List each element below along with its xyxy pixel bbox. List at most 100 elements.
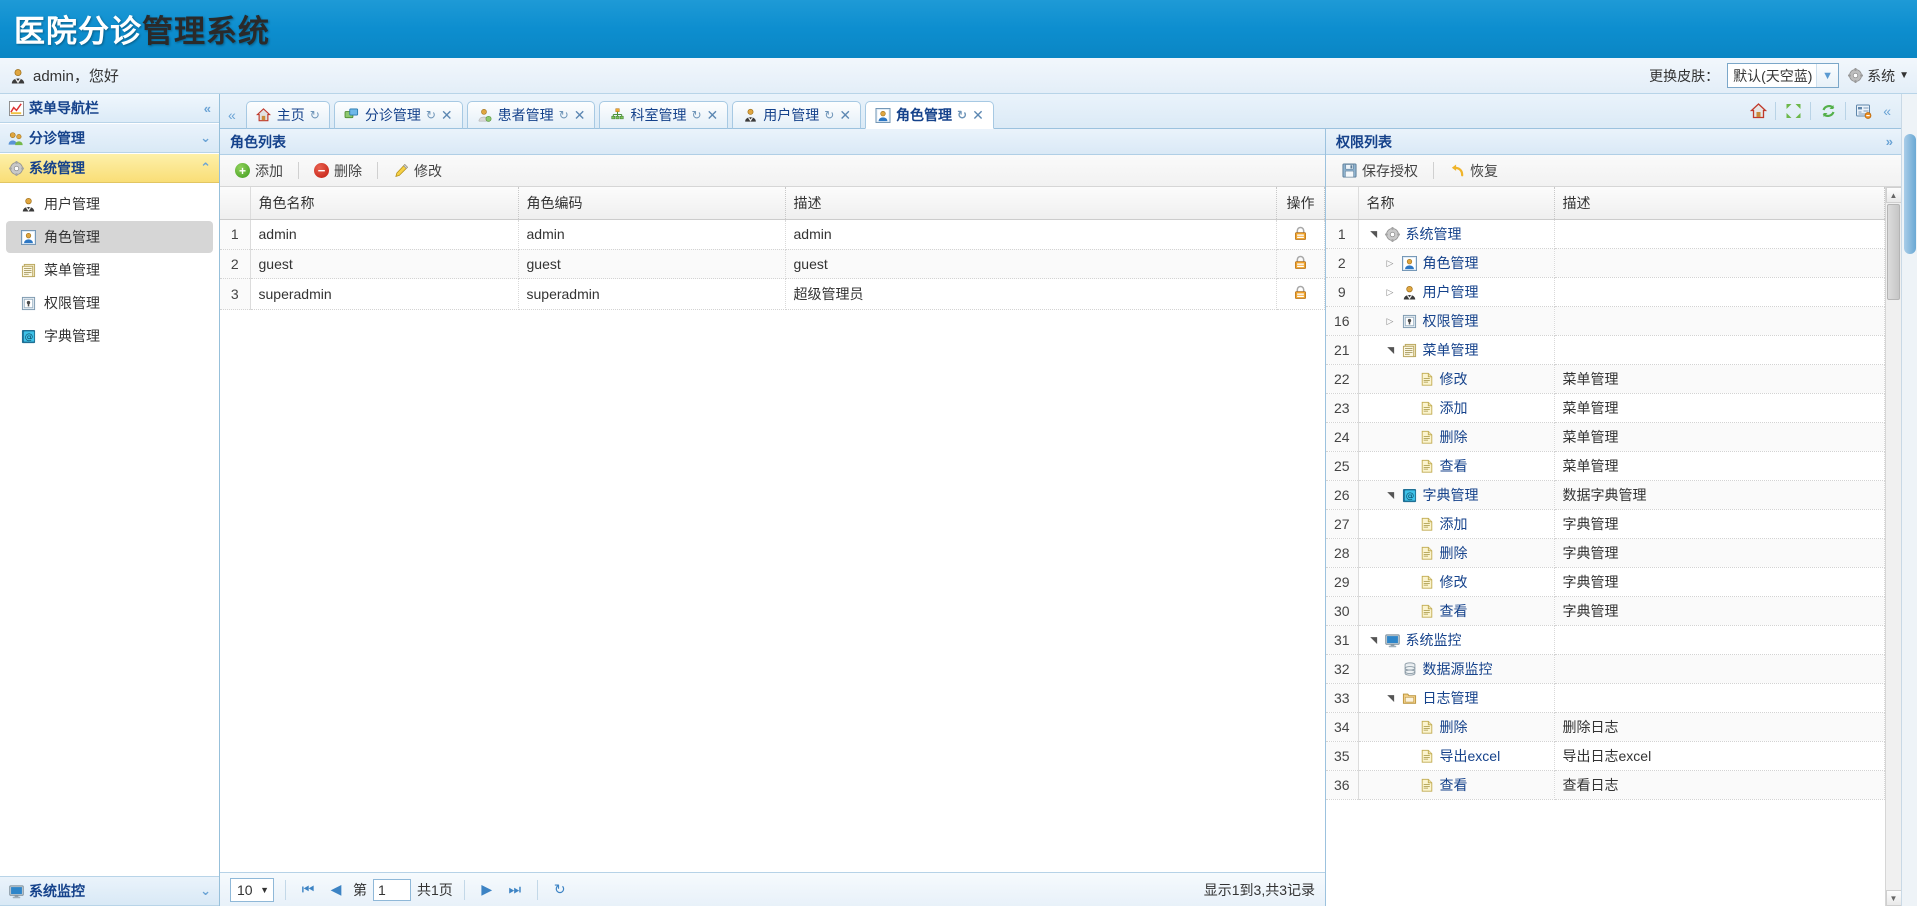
tab-role-management[interactable]: 角色管理 ↻ ✕ [865, 101, 994, 129]
menu-doc-icon [20, 262, 36, 278]
expander-collapsed-icon[interactable]: ▷ [1384, 316, 1397, 327]
sidebar-group-triage[interactable]: 分诊管理 ⌄ [0, 123, 219, 153]
permission-row[interactable]: 35 导出excel 导出日志excel [1326, 741, 1885, 771]
sidebar-item-menu-management[interactable]: 菜单管理 [6, 254, 213, 286]
double-chevron-left-icon[interactable]: « [1877, 103, 1897, 119]
sidebar-item-role-management[interactable]: 角色管理 [6, 221, 213, 253]
close-icon[interactable]: ✕ [707, 107, 719, 124]
last-page-icon[interactable]: ⏭ [504, 881, 526, 898]
permission-row[interactable]: 32 数据源监控 [1326, 654, 1885, 684]
permission-row[interactable]: 26 ◢ @ 字典管理 数据字典管理 [1326, 480, 1885, 510]
fullscreen-tool-icon[interactable] [1779, 98, 1807, 124]
tab-triage-management[interactable]: 分诊管理 ↻ ✕ [333, 101, 463, 129]
expander-expanded-icon[interactable]: ◢ [1385, 344, 1396, 357]
page-number-input[interactable] [373, 878, 411, 901]
permission-row[interactable]: 30 查看 字典管理 [1326, 596, 1885, 626]
page-scrollbar[interactable] [1901, 94, 1917, 906]
prev-page-icon[interactable]: ◀ [325, 881, 347, 898]
double-chevron-left-icon[interactable]: « [222, 107, 244, 128]
delete-icon: − [314, 163, 329, 178]
chevron-down-icon[interactable]: ⌄ [200, 130, 211, 146]
close-icon[interactable]: ✕ [574, 107, 586, 124]
edit-button[interactable]: 修改 [384, 157, 451, 185]
restore-button[interactable]: 恢复 [1440, 157, 1507, 185]
delete-button-label: 删除 [334, 162, 362, 179]
add-button[interactable]: + 添加 [226, 157, 292, 185]
permission-row[interactable]: 9 ▷ 用户管理 [1326, 277, 1885, 307]
sidebar-item-user-management[interactable]: 用户管理 [6, 188, 213, 220]
scrollbar-thumb[interactable] [1887, 204, 1900, 300]
first-page-icon[interactable]: ⏮ [297, 881, 319, 898]
reload-icon[interactable]: ↻ [549, 881, 571, 898]
tab-patient-management[interactable]: 患者管理 ↻ ✕ [466, 101, 596, 129]
sidebar-group-system[interactable]: 系统管理 ⌃ [0, 153, 219, 183]
permission-row[interactable]: 25 查看 菜单管理 [1326, 451, 1885, 481]
chevron-up-icon[interactable]: ⌃ [200, 160, 211, 176]
permission-row[interactable]: 29 修改 字典管理 [1326, 567, 1885, 597]
refresh-icon[interactable]: ↻ [691, 108, 701, 122]
table-row[interactable]: 2 guest guest guest [220, 249, 1325, 279]
permission-row[interactable]: 2 ▷ 角色管理 [1326, 248, 1885, 278]
close-icon[interactable]: ✕ [441, 107, 453, 124]
refresh-icon[interactable]: ↻ [824, 108, 834, 122]
row-index: 30 [1326, 596, 1359, 626]
page-scrollbar-thumb[interactable] [1904, 134, 1916, 254]
expander-expanded-icon[interactable]: ◢ [1385, 489, 1396, 502]
permission-row[interactable]: 16 ▷ 权限管理 [1326, 306, 1885, 336]
permission-row[interactable]: 34 删除 删除日志 [1326, 712, 1885, 742]
chevron-down-icon[interactable]: ⌄ [200, 883, 211, 899]
table-row[interactable]: 3 superadmin superadmin 超级管理员 [220, 278, 1325, 310]
tab-department-management[interactable]: 科室管理 ↻ ✕ [599, 101, 729, 129]
sidebar-group-monitor[interactable]: 系统监控 ⌄ [0, 876, 219, 906]
sidebar-nav-header[interactable]: 菜单导航栏 « [0, 94, 219, 123]
refresh-icon[interactable]: ↻ [426, 108, 436, 122]
permission-row[interactable]: 23 添加 菜单管理 [1326, 393, 1885, 423]
expander-collapsed-icon[interactable]: ▷ [1384, 258, 1397, 269]
next-page-icon[interactable]: ▶ [476, 881, 498, 898]
cell-permission-name: 添加 [1358, 509, 1555, 539]
double-chevron-right-icon[interactable]: » [1886, 134, 1893, 149]
lock-icon[interactable] [1293, 255, 1309, 271]
home-tool-icon[interactable] [1744, 98, 1772, 124]
tab-home[interactable]: 主页 ↻ [245, 101, 330, 129]
save-authorization-button[interactable]: 保存授权 [1332, 157, 1427, 185]
delete-button[interactable]: − 删除 [305, 157, 371, 185]
refresh-icon[interactable]: ↻ [957, 108, 967, 122]
sidebar-item-permission-management[interactable]: 权限管理 [6, 287, 213, 319]
expander-expanded-icon[interactable]: ◢ [1368, 228, 1379, 241]
close-others-tool-icon[interactable] [1849, 98, 1877, 124]
refresh-tool-icon[interactable] [1814, 98, 1842, 124]
permission-row[interactable]: 21 ◢ 菜单管理 [1326, 335, 1885, 365]
permission-tree-scrollbar[interactable]: ▲ ▼ [1885, 187, 1901, 906]
lock-icon[interactable] [1293, 285, 1309, 301]
permission-row[interactable]: 1 ◢ 系统管理 [1326, 219, 1885, 249]
permission-row[interactable]: 28 删除 字典管理 [1326, 538, 1885, 568]
doc-icon [1419, 400, 1435, 416]
lock-icon[interactable] [1293, 225, 1309, 241]
refresh-icon[interactable]: ↻ [559, 108, 569, 122]
skin-select[interactable]: 默认(天空蓝) ▼ [1727, 63, 1840, 88]
permission-row[interactable]: 36 查看 查看日志 [1326, 770, 1885, 800]
scroll-up-icon[interactable]: ▲ [1885, 187, 1901, 203]
refresh-icon[interactable]: ↻ [310, 108, 320, 122]
table-row[interactable]: 1 admin admin admin [220, 219, 1325, 250]
chevron-down-icon[interactable]: ▼ [1816, 64, 1839, 87]
sidebar-item-dictionary-management[interactable]: @ 字典管理 [6, 320, 213, 352]
scroll-down-icon[interactable]: ▼ [1885, 890, 1901, 906]
tab-user-management[interactable]: 用户管理 ↻ ✕ [732, 101, 862, 129]
permission-row[interactable]: 24 删除 菜单管理 [1326, 422, 1885, 452]
permission-row[interactable]: 31 ◢ 系统监控 [1326, 625, 1885, 655]
sidebar-group-monitor-label: 系统监控 [29, 883, 85, 899]
permission-row[interactable]: 33 ◢ 日志管理 [1326, 683, 1885, 713]
expander-expanded-icon[interactable]: ◢ [1368, 634, 1379, 647]
permission-row[interactable]: 27 添加 字典管理 [1326, 509, 1885, 539]
page-size-select[interactable]: 10 ▼ [230, 877, 274, 902]
user-greeting: admin，您好 [10, 65, 119, 86]
expander-collapsed-icon[interactable]: ▷ [1384, 287, 1397, 298]
permission-row[interactable]: 22 修改 菜单管理 [1326, 364, 1885, 394]
close-icon[interactable]: ✕ [972, 107, 984, 124]
expander-expanded-icon[interactable]: ◢ [1385, 692, 1396, 705]
double-chevron-left-icon[interactable]: « [204, 101, 211, 116]
system-menu-button[interactable]: 系统 ▼ [1847, 66, 1909, 86]
close-icon[interactable]: ✕ [839, 107, 851, 124]
